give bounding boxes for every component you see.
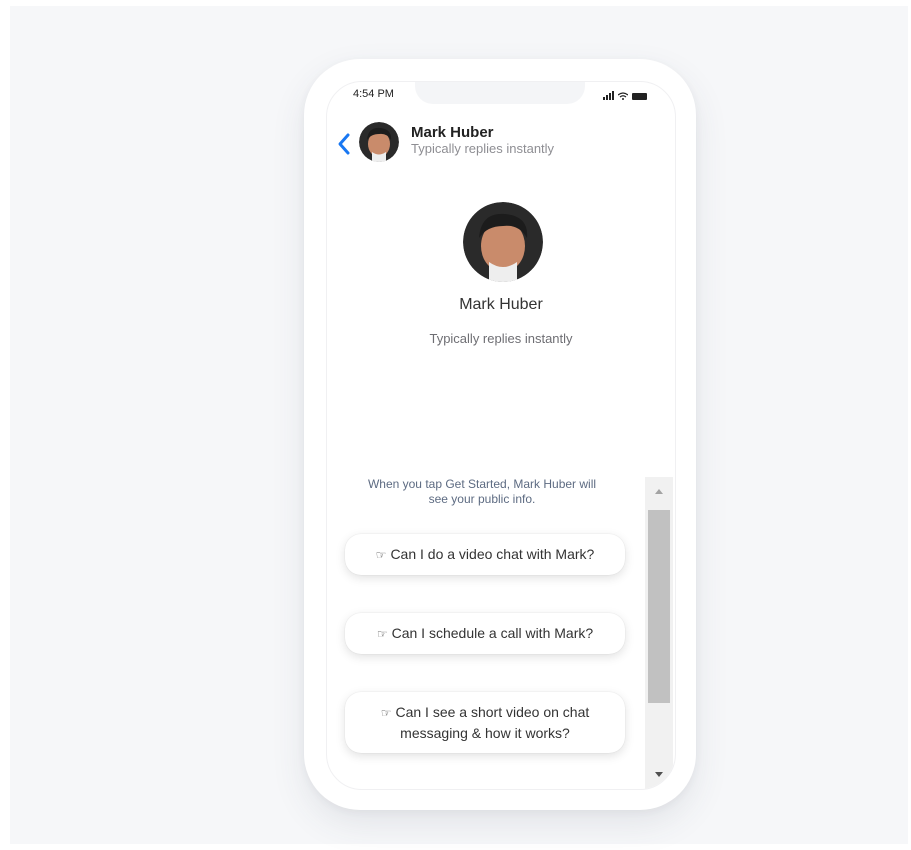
info-text: When you tap Get Started, Mark Huber wil… (367, 477, 597, 506)
quick-reply-button[interactable]: ☞ Can I schedule a call with Mark? (345, 613, 625, 654)
quick-reply-button[interactable]: ☞ Can I see a short video on chat messagi… (345, 692, 625, 753)
scrollbar-thumb[interactable] (648, 510, 670, 703)
scroll-up-arrow-icon[interactable] (645, 477, 673, 505)
status-icons (603, 91, 647, 100)
phone-screen: 4:54 PM Mark Huber Typically replies ins… (326, 81, 676, 790)
quick-reply-label: Can I see a short video on chat messagin… (395, 704, 590, 741)
header-subtitle: Typically replies instantly (411, 141, 555, 156)
quick-reply-label: Can I do a video chat with Mark? (390, 546, 595, 562)
battery-icon (632, 93, 647, 100)
chevron-left-icon[interactable] (337, 132, 351, 156)
quick-reply-label: Can I schedule a call with Mark? (391, 625, 594, 641)
profile-avatar (463, 202, 543, 282)
signal-icon (603, 91, 614, 100)
profile-name: Mark Huber (459, 296, 543, 313)
header-name: Mark Huber (411, 124, 494, 141)
profile-subtitle: Typically replies instantly (429, 331, 573, 346)
phone-frame: 4:54 PM Mark Huber Typically replies ins… (304, 59, 696, 810)
pointing-hand-icon: ☞ (380, 706, 392, 720)
page-background: 4:54 PM Mark Huber Typically replies ins… (10, 6, 908, 844)
scroll-down-arrow-icon[interactable] (645, 761, 673, 789)
pointing-hand-icon: ☞ (375, 548, 387, 562)
scrollbar[interactable] (645, 477, 673, 789)
chat-header: Mark Huber Typically replies instantly (327, 122, 675, 170)
quick-reply-button[interactable]: ☞ Can I do a video chat with Mark? (345, 534, 625, 575)
pointing-hand-icon: ☞ (376, 627, 388, 641)
wifi-icon (618, 92, 628, 100)
status-time: 4:54 PM (353, 88, 394, 100)
avatar (359, 122, 399, 162)
quick-replies-panel[interactable]: When you tap Get Started, Mark Huber wil… (327, 477, 675, 789)
phone-notch (415, 82, 585, 104)
